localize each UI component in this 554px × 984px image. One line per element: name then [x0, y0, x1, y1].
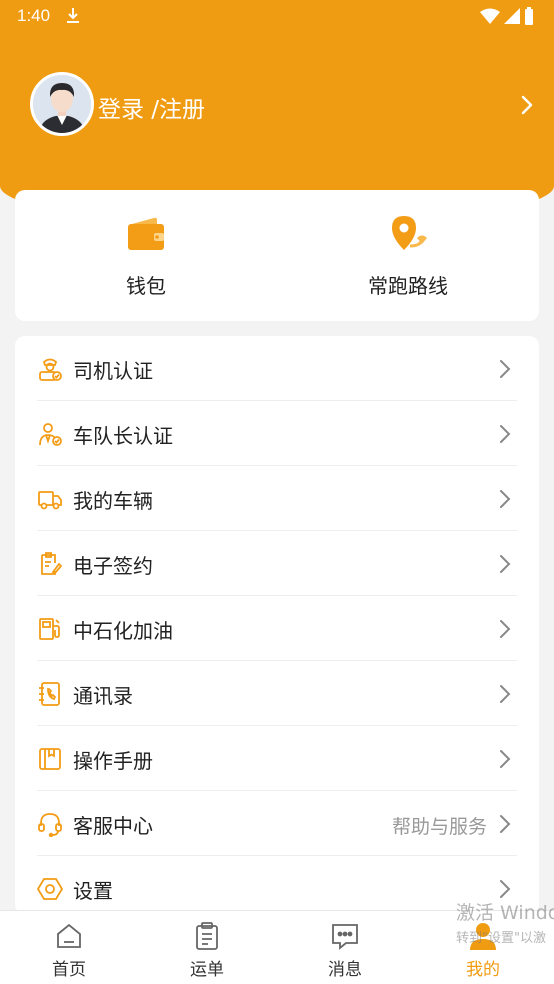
waybill-icon — [196, 922, 218, 950]
login-register-label[interactable]: 登录 /注册 — [98, 90, 205, 124]
headset-icon — [38, 813, 62, 837]
wallet-button[interactable]: 钱包 — [15, 190, 277, 321]
menu-item-sinopec-fuel[interactable]: 中石化加油 — [15, 596, 539, 661]
menu-item-hint: 帮助与服务 — [391, 816, 487, 838]
quick-actions-card: 钱包 常跑路线 — [15, 190, 539, 321]
tab-label: 我的 — [466, 960, 500, 980]
tab-waybill[interactable]: 运单 — [138, 911, 276, 984]
wallet-label: 钱包 — [126, 274, 166, 298]
home-icon — [57, 923, 81, 948]
menu-item-label: 客服中心 — [73, 814, 153, 838]
tab-label: 消息 — [328, 960, 362, 980]
tab-messages[interactable]: 消息 — [276, 911, 414, 984]
manual-icon — [39, 748, 61, 770]
chevron-right-icon — [500, 360, 511, 378]
menu-list-card: 司机认证 车队长认证 我的车辆 电子签约 中石化加油 通讯录 操作手册 客服中心… — [15, 336, 539, 914]
menu-item-customer-service[interactable]: 客服中心 帮助与服务 — [15, 791, 539, 856]
chevron-right-icon[interactable] — [520, 94, 534, 116]
profile-icon — [470, 923, 496, 950]
menu-item-label: 设置 — [73, 879, 113, 903]
menu-item-manual[interactable]: 操作手册 — [15, 726, 539, 791]
menu-item-contacts[interactable]: 通讯录 — [15, 661, 539, 726]
routes-label: 常跑路线 — [368, 274, 448, 298]
download-icon — [67, 8, 79, 23]
contract-icon — [41, 552, 63, 575]
menu-item-label: 通讯录 — [73, 684, 133, 708]
signal-icon — [504, 8, 520, 24]
profile-login-row[interactable]: 登录 /注册 — [0, 72, 554, 138]
chevron-right-icon — [500, 685, 511, 703]
routes-button[interactable]: 常跑路线 — [277, 190, 539, 321]
chevron-right-icon — [500, 490, 511, 508]
avatar[interactable] — [30, 72, 94, 136]
settings-icon — [37, 878, 63, 900]
chevron-right-icon — [500, 555, 511, 573]
driver-icon — [39, 358, 62, 381]
menu-item-captain-certification[interactable]: 车队长认证 — [15, 401, 539, 466]
tab-label: 运单 — [190, 960, 224, 980]
message-icon — [332, 924, 358, 950]
chevron-right-icon — [500, 880, 511, 898]
menu-item-label: 操作手册 — [73, 749, 153, 773]
status-bar: 1:40 — [0, 0, 554, 32]
route-pin-icon — [392, 216, 427, 250]
contacts-icon — [39, 682, 60, 706]
menu-item-label: 电子签约 — [73, 554, 153, 578]
captain-icon — [39, 423, 62, 446]
tab-home[interactable]: 首页 — [0, 911, 138, 984]
menu-item-label: 司机认证 — [73, 359, 153, 383]
tab-mine[interactable]: 我的 — [414, 911, 552, 984]
menu-item-label: 我的车辆 — [73, 489, 153, 513]
chevron-right-icon — [500, 750, 511, 768]
battery-icon — [525, 7, 533, 25]
tab-label: 首页 — [52, 960, 86, 980]
menu-item-label: 车队长认证 — [73, 424, 173, 448]
bottom-tab-bar: 首页 运单 消息 我的 — [0, 910, 554, 984]
menu-item-e-contract[interactable]: 电子签约 — [15, 531, 539, 596]
chevron-right-icon — [500, 620, 511, 638]
chevron-right-icon — [500, 815, 511, 833]
menu-item-label: 中石化加油 — [73, 619, 173, 643]
status-time: 1:40 — [17, 6, 51, 25]
wifi-icon — [480, 8, 500, 24]
menu-item-my-vehicle[interactable]: 我的车辆 — [15, 466, 539, 531]
wallet-icon — [128, 217, 164, 250]
fuel-icon — [39, 618, 60, 640]
menu-item-driver-certification[interactable]: 司机认证 — [15, 336, 539, 401]
chevron-right-icon — [500, 425, 511, 443]
truck-icon — [38, 491, 62, 510]
